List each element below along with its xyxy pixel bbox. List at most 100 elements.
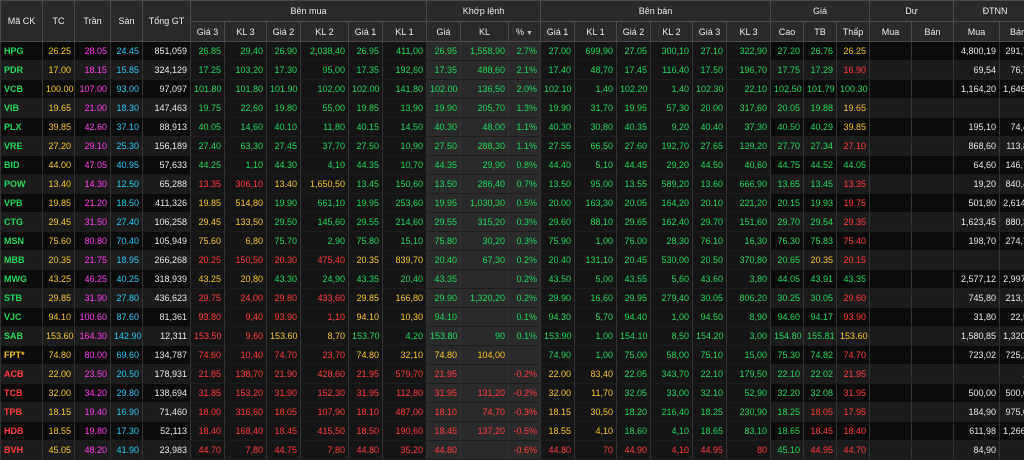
col-buy-vol-2[interactable]: KL 2 <box>301 22 349 42</box>
ceiling-price-cell: 14.30 <box>75 175 111 194</box>
table-row[interactable]: PLX39.8542.6037.1088,91340.0514,6040.101… <box>1 118 1024 137</box>
table-row[interactable]: MBB20.3521.7518.95266,26820.25150,5020.3… <box>1 251 1024 270</box>
col-sell-price-3[interactable]: Giá 3 <box>693 22 727 42</box>
symbol-cell[interactable]: SAB <box>1 327 43 346</box>
table-row[interactable]: STB29.8531.9027.80436,62329.7524,0029.80… <box>1 289 1024 308</box>
symbol-cell[interactable]: STB <box>1 289 43 308</box>
sell-vol-cell: 1,40 <box>651 80 693 99</box>
symbol-cell[interactable]: TPB <box>1 403 43 422</box>
symbol-cell[interactable]: HPG <box>1 42 43 61</box>
col-buy-vol-3[interactable]: KL 3 <box>225 22 267 42</box>
table-row[interactable]: TPB18.1519.4016.9071,46018.00316,6018.05… <box>1 403 1024 422</box>
symbol-cell[interactable]: ACB <box>1 365 43 384</box>
col-ref[interactable]: TC <box>43 1 75 42</box>
symbol-cell[interactable]: MWG <box>1 270 43 289</box>
table-row[interactable]: VPB19.8521.2018.50411,32619.85514,8019.9… <box>1 194 1024 213</box>
col-sell-price-1[interactable]: Giá 1 <box>541 22 575 42</box>
table-row[interactable]: ACB22.0023.5020.50178,93121.85138,7021.9… <box>1 365 1024 384</box>
table-row[interactable]: HDB18.5519.8017.3052,11318.40168,4018.45… <box>1 422 1024 441</box>
sell-vol-cell: 9,20 <box>651 118 693 137</box>
symbol-cell[interactable]: CTG <box>1 213 43 232</box>
match-pct-cell: 1.3% <box>509 99 541 118</box>
match-price-cell: 17.35 <box>427 61 461 80</box>
symbol-cell[interactable]: MSN <box>1 232 43 251</box>
col-low[interactable]: Thấp <box>837 22 870 42</box>
buy-vol-cell: 103,20 <box>225 61 267 80</box>
table-row[interactable]: FPT*74.8080.0069.60134,78774.6010,4074.7… <box>1 346 1024 365</box>
match-price-cell: 44.35 <box>427 156 461 175</box>
avg-price-cell: 30.05 <box>804 289 837 308</box>
buy-price-cell: 31.85 <box>191 384 225 403</box>
table-row[interactable]: SAB153.60164.30142.9012,311153.509,60153… <box>1 327 1024 346</box>
col-buy-price-1[interactable]: Giá 1 <box>349 22 383 42</box>
symbol-cell[interactable]: VRE <box>1 137 43 156</box>
col-match-vol[interactable]: KL <box>461 22 509 42</box>
symbol-cell[interactable]: BID <box>1 156 43 175</box>
col-sell-vol-3[interactable]: KL 3 <box>727 22 771 42</box>
table-row[interactable]: VJC94.10100.6087.6081,36193.809,4093.901… <box>1 308 1024 327</box>
col-remain-sell[interactable]: Bán <box>912 22 954 42</box>
table-row[interactable]: MSN75.6080.8070.40105,94975.606,8075.702… <box>1 232 1024 251</box>
remain-sell-cell <box>912 213 954 232</box>
buy-vol-cell: 22,60 <box>225 99 267 118</box>
table-row[interactable]: VCB100.00107.0093.0097,097101.80101,8010… <box>1 80 1024 99</box>
buy-vol-cell: 101,80 <box>225 80 267 99</box>
col-match-pct[interactable]: %▼ <box>509 22 541 42</box>
col-buy-price-3[interactable]: Giá 3 <box>191 22 225 42</box>
foreign-sell-cell: 22,50 <box>1000 308 1024 327</box>
col-ceiling[interactable]: Trần <box>75 1 111 42</box>
table-row[interactable]: HPG26.2528.0524.45851,05926.8529,4026.90… <box>1 42 1024 61</box>
table-row[interactable]: TCB32.0034.2029.80138,69431.85153,2031.9… <box>1 384 1024 403</box>
table-row[interactable]: VRE27.2029.1025.30156,18927.4063,3027.45… <box>1 137 1024 156</box>
table-row[interactable]: POW13.4014.3012.5065,28813.35306,1013.40… <box>1 175 1024 194</box>
symbol-cell[interactable]: VJC <box>1 308 43 327</box>
ref-price-cell: 29.85 <box>43 289 75 308</box>
floor-price-cell: 18.30 <box>111 99 143 118</box>
col-sell-vol-1[interactable]: KL 1 <box>575 22 617 42</box>
high-price-cell: 20.65 <box>771 251 804 270</box>
match-vol-cell: 286,40 <box>461 175 509 194</box>
table-row[interactable]: PDR17.0018.1515.85324,12917.25103,2017.3… <box>1 61 1024 80</box>
sell-price-cell: 27.05 <box>617 42 651 61</box>
ref-price-cell: 22.00 <box>43 365 75 384</box>
symbol-cell[interactable]: TCB <box>1 384 43 403</box>
col-high[interactable]: Cao <box>771 22 804 42</box>
col-foreign-sell[interactable]: Bán <box>1000 22 1024 42</box>
col-total-volume[interactable]: Tổng GT <box>143 1 191 42</box>
remain-buy-cell <box>870 175 912 194</box>
high-price-cell: 29.70 <box>771 213 804 232</box>
symbol-cell[interactable]: POW <box>1 175 43 194</box>
symbol-cell[interactable]: MBB <box>1 251 43 270</box>
symbol-cell[interactable]: PDR <box>1 61 43 80</box>
sort-icon[interactable]: ▼ <box>526 30 533 37</box>
col-floor[interactable]: Sàn <box>111 1 143 42</box>
col-foreign-buy[interactable]: Mua <box>954 22 1000 42</box>
col-buy-vol-1[interactable]: KL 1 <box>383 22 427 42</box>
symbol-cell[interactable]: VCB <box>1 80 43 99</box>
col-sell-vol-2[interactable]: KL 2 <box>651 22 693 42</box>
sell-price-cell: 94.40 <box>617 308 651 327</box>
symbol-cell[interactable]: FPT* <box>1 346 43 365</box>
symbol-cell[interactable]: VPB <box>1 194 43 213</box>
col-remain-buy[interactable]: Mua <box>870 22 912 42</box>
table-row[interactable]: VIB19.6521.0018.30147,46319.7522,6019.80… <box>1 99 1024 118</box>
sell-vol-cell: 28,30 <box>651 232 693 251</box>
high-price-cell: 75.30 <box>771 346 804 365</box>
table-row[interactable]: MWG43.2546.2540.25318,93943.2520,8043.30… <box>1 270 1024 289</box>
col-symbol[interactable]: Mã CK <box>1 1 43 42</box>
sell-vol-cell: 370,80 <box>727 251 771 270</box>
col-sell-price-2[interactable]: Giá 2 <box>617 22 651 42</box>
col-buy-price-2[interactable]: Giá 2 <box>267 22 301 42</box>
table-row[interactable]: CTG29.4531.5027.40106,25829.45133,5029.5… <box>1 213 1024 232</box>
sell-vol-cell: 530,00 <box>651 251 693 270</box>
remain-buy-cell <box>870 308 912 327</box>
table-row[interactable]: BID44.0047.0540.9557,63344.251,1044.304,… <box>1 156 1024 175</box>
ceiling-price-cell: 23.50 <box>75 365 111 384</box>
col-match-price[interactable]: Giá <box>427 22 461 42</box>
symbol-cell[interactable]: PLX <box>1 118 43 137</box>
symbol-cell[interactable]: HDB <box>1 422 43 441</box>
symbol-cell[interactable]: VIB <box>1 99 43 118</box>
foreign-buy-cell: 500,00 <box>954 384 1000 403</box>
high-price-cell: 94.60 <box>771 308 804 327</box>
col-avg[interactable]: TB <box>804 22 837 42</box>
